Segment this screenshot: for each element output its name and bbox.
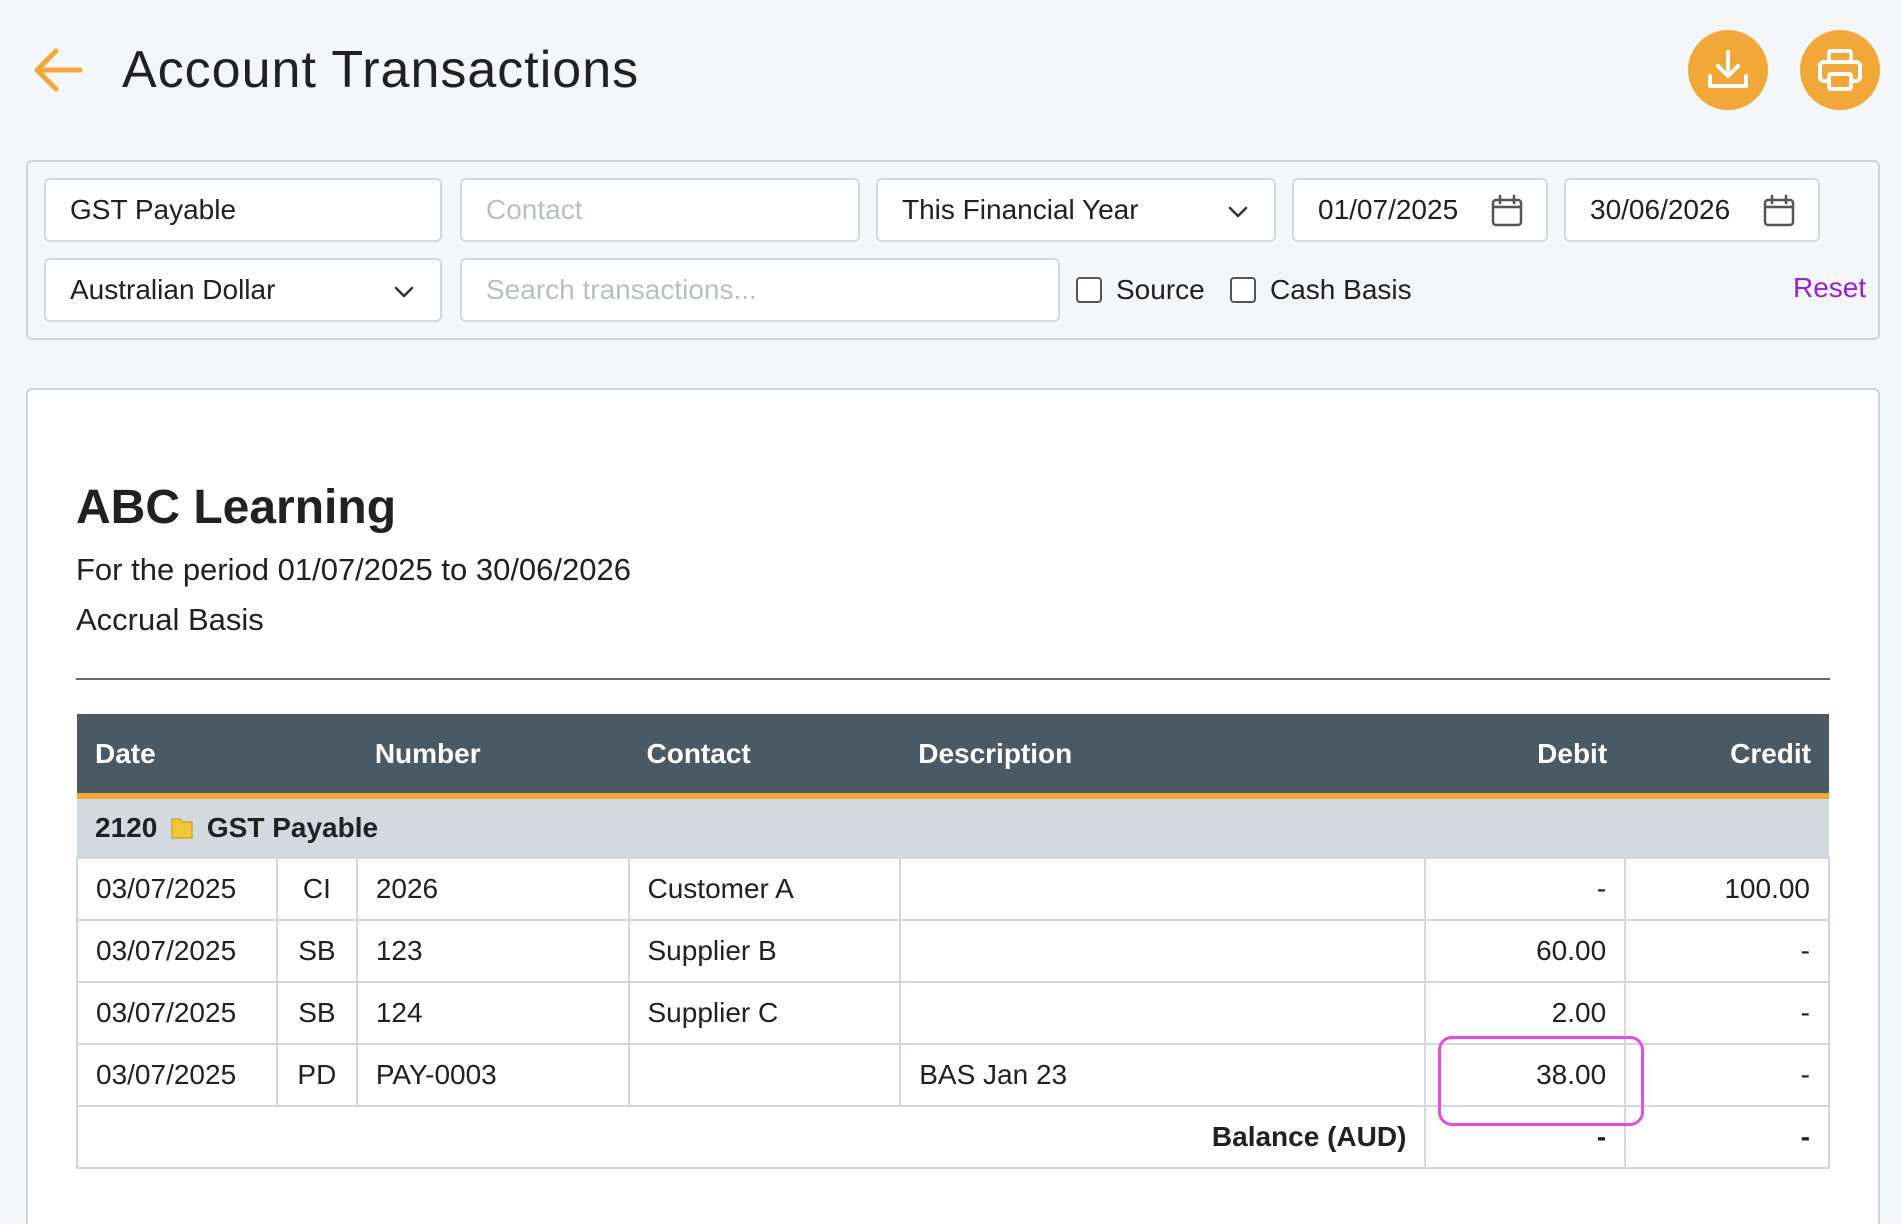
row-credit: 100.00: [1624, 857, 1830, 921]
period-select[interactable]: This Financial Year: [876, 178, 1276, 242]
column-number[interactable]: Number: [356, 714, 629, 799]
row-contact: [627, 1043, 902, 1107]
row-type: SB: [275, 919, 358, 983]
row-debit: 60.00: [1424, 919, 1627, 983]
contact-field[interactable]: [486, 194, 834, 226]
row-number[interactable]: 123: [355, 919, 630, 983]
row-date: 03/07/2025: [76, 981, 278, 1045]
download-button[interactable]: [1688, 30, 1768, 110]
column-credit[interactable]: Credit: [1625, 714, 1829, 799]
row-description: BAS Jan 23: [899, 1043, 1427, 1107]
reset-link[interactable]: Reset: [1793, 272, 1866, 304]
source-checkbox[interactable]: [1076, 277, 1102, 303]
table-row[interactable]: 03/07/2025 SB 123 Supplier B 60.00 -: [76, 919, 1830, 983]
cash-basis-checkbox[interactable]: [1230, 277, 1256, 303]
download-icon: [1708, 50, 1748, 88]
cash-basis-checkbox-wrap[interactable]: Cash Basis: [1230, 274, 1412, 306]
row-type: CI: [275, 857, 358, 921]
cash-basis-label: Cash Basis: [1270, 274, 1412, 305]
row-description: [899, 981, 1427, 1045]
row-description: [899, 857, 1427, 921]
date-from-value: 01/07/2025: [1318, 194, 1459, 225]
row-description: [899, 919, 1427, 983]
table-row[interactable]: 03/07/2025 CI 2026 Customer A - 100.00: [76, 857, 1830, 921]
row-contact: Supplier B: [627, 919, 902, 983]
row-contact: Supplier C: [627, 981, 902, 1045]
account-name: GST Payable: [206, 812, 379, 843]
account-group-cell[interactable]: 2120 GST Payable: [77, 795, 1829, 859]
row-type: SB: [275, 981, 358, 1045]
chevron-down-icon: [1228, 206, 1248, 218]
balance-credit: -: [1624, 1105, 1830, 1169]
date-to-value: 30/06/2026: [1590, 194, 1731, 225]
source-label: Source: [1116, 274, 1205, 305]
calendar-icon[interactable]: [1762, 194, 1796, 228]
row-credit: -: [1624, 1043, 1830, 1107]
highlight-annotation: [1438, 1036, 1644, 1126]
date-from-input[interactable]: 01/07/2025: [1292, 178, 1548, 242]
account-value: GST Payable: [70, 194, 237, 225]
balance-label: Balance (AUD): [75, 1105, 1427, 1169]
calendar-icon[interactable]: [1490, 194, 1524, 228]
row-date: 03/07/2025: [76, 919, 278, 983]
period-value: This Financial Year: [902, 194, 1139, 225]
chevron-down-icon: [394, 286, 414, 298]
printer-icon: [1818, 49, 1862, 91]
table-header: Date Number Contact Description Debit Cr…: [77, 714, 1829, 799]
row-type: PD: [275, 1043, 358, 1107]
column-contact[interactable]: Contact: [628, 714, 901, 799]
row-debit: -: [1424, 857, 1627, 921]
currency-select[interactable]: Australian Dollar: [44, 258, 442, 322]
column-debit[interactable]: Debit: [1425, 714, 1626, 799]
account-group-row[interactable]: 2120 GST Payable: [77, 795, 1829, 859]
date-to-input[interactable]: 30/06/2026: [1564, 178, 1820, 242]
row-number[interactable]: PAY-0003: [355, 1043, 630, 1107]
row-debit: 2.00: [1424, 981, 1627, 1045]
print-button[interactable]: [1800, 30, 1880, 110]
arrow-left-icon: [34, 48, 83, 92]
report-basis: Accrual Basis: [76, 602, 264, 637]
table-row[interactable]: 03/07/2025 SB 124 Supplier C 2.00 -: [76, 981, 1830, 1045]
search-field[interactable]: [486, 274, 1034, 306]
row-date: 03/07/2025: [76, 857, 278, 921]
account-code: 2120: [95, 812, 158, 843]
row-credit: -: [1624, 981, 1830, 1045]
source-checkbox-wrap[interactable]: Source: [1076, 274, 1205, 306]
row-number[interactable]: 2026: [355, 857, 630, 921]
account-select[interactable]: GST Payable: [44, 178, 442, 242]
folder-icon: [171, 818, 193, 839]
contact-input[interactable]: [460, 178, 860, 242]
report-period: For the period 01/07/2025 to 30/06/2026: [76, 552, 631, 587]
currency-value: Australian Dollar: [70, 274, 276, 305]
row-date: 03/07/2025: [76, 1043, 278, 1107]
row-number[interactable]: 124: [355, 981, 630, 1045]
page-title: Account Transactions: [122, 41, 640, 99]
organisation-name: ABC Learning: [76, 481, 397, 534]
search-input[interactable]: [460, 258, 1060, 322]
top-bar: Account Transactions: [0, 0, 1902, 140]
row-contact: Customer A: [627, 857, 902, 921]
row-credit: -: [1624, 919, 1830, 983]
column-date[interactable]: Date: [77, 714, 357, 799]
divider: [76, 678, 1830, 680]
back-button[interactable]: [30, 45, 86, 95]
column-description[interactable]: Description: [900, 714, 1426, 799]
